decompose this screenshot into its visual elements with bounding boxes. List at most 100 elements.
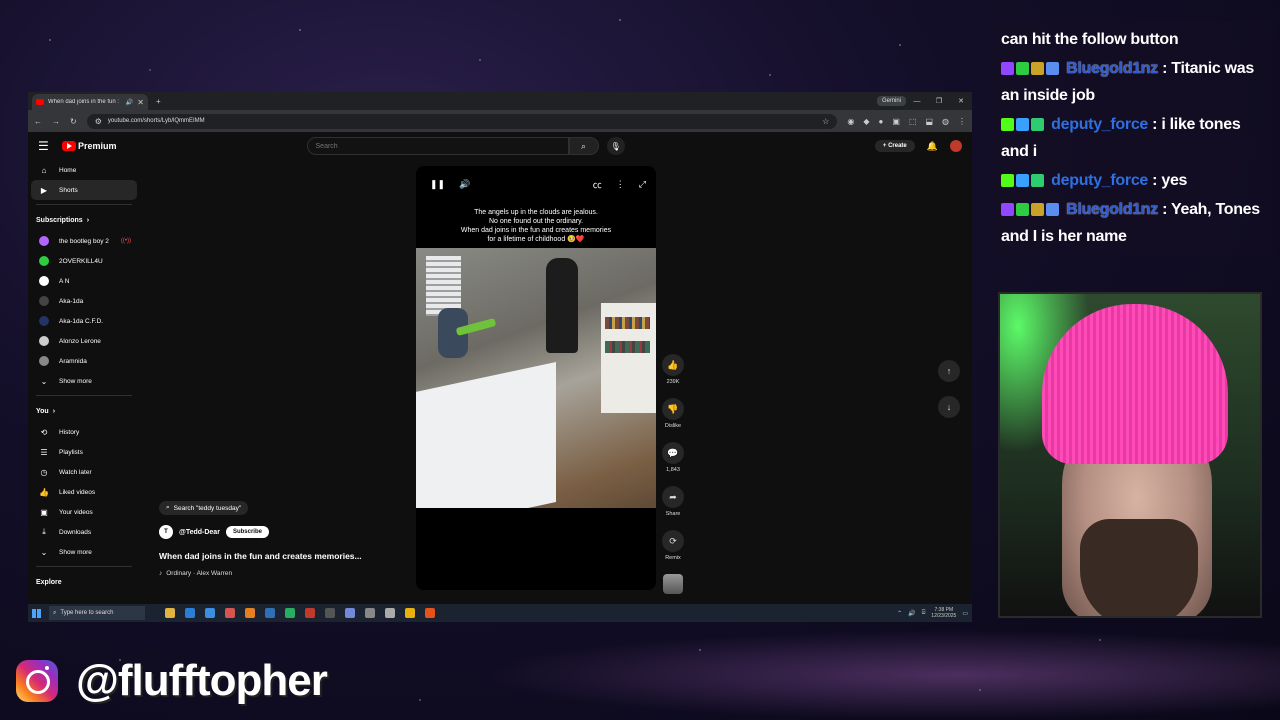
video-frame[interactable] bbox=[416, 248, 656, 508]
sidebar-item-watch-later[interactable]: ◷ Watch later bbox=[31, 462, 137, 482]
account-avatar[interactable] bbox=[950, 140, 962, 152]
search-suggestion-chip[interactable]: ⌕ Search "teddy tuesday" bbox=[159, 501, 249, 515]
site-info-icon[interactable]: ⚙ bbox=[95, 117, 102, 126]
check-badge-icon bbox=[1016, 203, 1029, 217]
close-window-icon[interactable]: ✕ bbox=[950, 97, 972, 105]
sidebar-item-subscription[interactable]: 2OVERKILL4U bbox=[31, 251, 137, 271]
extension-icon[interactable]: ● bbox=[878, 117, 883, 126]
app-icon[interactable] bbox=[385, 608, 395, 618]
remix-button[interactable]: ⟳ bbox=[662, 530, 684, 552]
fullscreen-icon[interactable]: ⤢ bbox=[639, 179, 646, 190]
speaker-icon[interactable]: 🔊 bbox=[126, 99, 133, 106]
browser-menu-icon[interactable]: ⋮ bbox=[958, 117, 966, 126]
search-button[interactable]: ⌕ bbox=[568, 137, 599, 155]
sidebar-item-subscription[interactable]: Aka-1da C.F.D. bbox=[31, 311, 137, 331]
dislike-button[interactable]: 👎 bbox=[662, 398, 684, 420]
music-row[interactable]: ♪ Ordinary · Alex Warren bbox=[159, 570, 399, 577]
check-badge-icon bbox=[1016, 62, 1029, 76]
extension-icon[interactable]: ⬚ bbox=[909, 117, 917, 126]
dislike-label: Dislike bbox=[664, 423, 682, 429]
show-more-subscriptions[interactable]: ⌄ Show more bbox=[31, 371, 137, 391]
like-button[interactable]: 👍 bbox=[662, 354, 684, 376]
youtube-logo[interactable]: Premium bbox=[62, 141, 117, 151]
url-field[interactable]: ⚙ youtube.com/shorts/Lyb/lQmmEIMM ☆ bbox=[86, 113, 838, 129]
sound-thumbnail[interactable] bbox=[663, 574, 683, 594]
hamburger-menu-icon[interactable]: ☰ bbox=[38, 139, 58, 153]
app-icon[interactable] bbox=[365, 608, 375, 618]
notifications-bell-icon[interactable]: 🔔 bbox=[927, 141, 938, 152]
close-tab-icon[interactable]: ✕ bbox=[137, 98, 144, 107]
sidebar-item-subscription[interactable]: the bootleg boy 2 ((•)) bbox=[31, 231, 137, 251]
app-icon[interactable] bbox=[325, 608, 335, 618]
notifications-icon[interactable]: ▭ bbox=[962, 610, 968, 617]
reload-icon[interactable]: ↻ bbox=[70, 117, 77, 126]
sidebar-item-subscription[interactable]: Aka-1da bbox=[31, 291, 137, 311]
sidebar-item-subscription[interactable]: Alonzo Lerone bbox=[31, 331, 137, 351]
subscriptions-heading[interactable]: Subscriptions › bbox=[28, 209, 140, 231]
sidebar-item-history[interactable]: ⟲ History bbox=[31, 422, 137, 442]
minimize-icon[interactable]: — bbox=[906, 98, 928, 105]
chat-badges bbox=[1001, 62, 1059, 76]
taskbar-search[interactable]: ⌕ Type here to search bbox=[49, 606, 145, 620]
you-heading-label: You bbox=[36, 407, 49, 415]
discord-icon[interactable] bbox=[345, 608, 355, 618]
chrome-icon[interactable] bbox=[405, 608, 415, 618]
app-icon[interactable] bbox=[305, 608, 315, 618]
tray-chevron-icon[interactable]: ⌃ bbox=[897, 610, 902, 617]
captions-icon[interactable]: ㏄ bbox=[593, 178, 602, 191]
profile-icon[interactable]: ◍ bbox=[942, 117, 949, 126]
windows-start-icon[interactable] bbox=[32, 608, 41, 618]
gemini-button[interactable]: Gemini bbox=[876, 96, 906, 106]
address-bar: ← → ↻ ⚙ youtube.com/shorts/Lyb/lQmmEIMM … bbox=[28, 110, 972, 132]
pause-icon[interactable]: ❚❚ bbox=[430, 179, 445, 190]
search-input[interactable] bbox=[306, 137, 569, 155]
browser-tab[interactable]: When dad joins in the fun : 🔊 ✕ bbox=[32, 94, 148, 110]
show-more-you[interactable]: ⌄ Show more bbox=[31, 542, 137, 562]
extension-icon[interactable]: ◉ bbox=[847, 117, 854, 126]
channel-name[interactable]: @Tedd-Dear bbox=[179, 529, 220, 536]
sidebar-item-subscription[interactable]: Aramnida bbox=[31, 351, 137, 371]
sidebar-item-your-videos[interactable]: ▣ Your videos bbox=[31, 502, 137, 522]
volume-icon[interactable]: 🔊 bbox=[459, 179, 470, 190]
back-icon[interactable]: ← bbox=[34, 117, 42, 126]
app-icon[interactable] bbox=[225, 608, 235, 618]
new-tab-icon[interactable]: + bbox=[156, 97, 161, 106]
restore-icon[interactable]: ❐ bbox=[928, 97, 950, 105]
sidebar-item-downloads[interactable]: ⤓ Downloads bbox=[31, 522, 137, 542]
microphone-button[interactable]: 🎙 bbox=[606, 137, 625, 155]
sidebar-item-shorts[interactable]: ▶ Shorts bbox=[31, 180, 137, 200]
sidebar-item-subscription[interactable]: A N bbox=[31, 271, 137, 291]
short-title[interactable]: When dad joins in the fun and creates me… bbox=[159, 551, 399, 561]
sidebar-item-liked-videos[interactable]: 👍 Liked videos bbox=[31, 482, 137, 502]
app-icon[interactable] bbox=[265, 608, 275, 618]
chevron-right-icon: › bbox=[52, 407, 56, 415]
clock[interactable]: 7:38 PM 12/23/2025 bbox=[931, 607, 956, 619]
network-icon[interactable]: ⌸ bbox=[922, 610, 926, 617]
channel-avatar bbox=[39, 276, 49, 286]
sidebar-item-home[interactable]: ⌂ Home bbox=[31, 160, 137, 180]
app-icon[interactable] bbox=[425, 608, 435, 618]
shorts-actions: 👍 239K 👎 Dislike 💬 1,843 ➦ Share ⟳ Remix bbox=[660, 354, 686, 594]
extension-icon[interactable]: ▣ bbox=[892, 117, 900, 126]
share-button[interactable]: ➦ bbox=[662, 486, 684, 508]
you-heading[interactable]: You › bbox=[28, 400, 140, 422]
edge-icon[interactable] bbox=[185, 608, 195, 618]
firefox-icon[interactable] bbox=[245, 608, 255, 618]
subscribe-button[interactable]: Subscribe bbox=[225, 526, 269, 538]
file-explorer-icon[interactable] bbox=[165, 608, 175, 618]
excel-icon[interactable] bbox=[285, 608, 295, 618]
previous-short-button[interactable]: ↑ bbox=[938, 360, 960, 382]
bookmark-star-icon[interactable]: ☆ bbox=[822, 117, 829, 126]
store-icon[interactable] bbox=[205, 608, 215, 618]
extension-icon[interactable]: ⬓ bbox=[925, 117, 933, 126]
volume-tray-icon[interactable]: 🔊 bbox=[908, 610, 915, 617]
shorts-player[interactable]: ❚❚ 🔊 ㏄ ⋮ ⤢ The angels up in the clouds a… bbox=[416, 166, 656, 590]
create-button[interactable]: + Create bbox=[874, 140, 915, 152]
channel-avatar[interactable]: T bbox=[159, 525, 173, 539]
extension-icon[interactable]: ◆ bbox=[863, 117, 869, 126]
sidebar-item-playlists[interactable]: ☰ Playlists bbox=[31, 442, 137, 462]
more-options-icon[interactable]: ⋮ bbox=[616, 179, 625, 190]
next-short-button[interactable]: ↓ bbox=[938, 396, 960, 418]
forward-icon[interactable]: → bbox=[52, 117, 60, 126]
comments-button[interactable]: 💬 bbox=[662, 442, 684, 464]
